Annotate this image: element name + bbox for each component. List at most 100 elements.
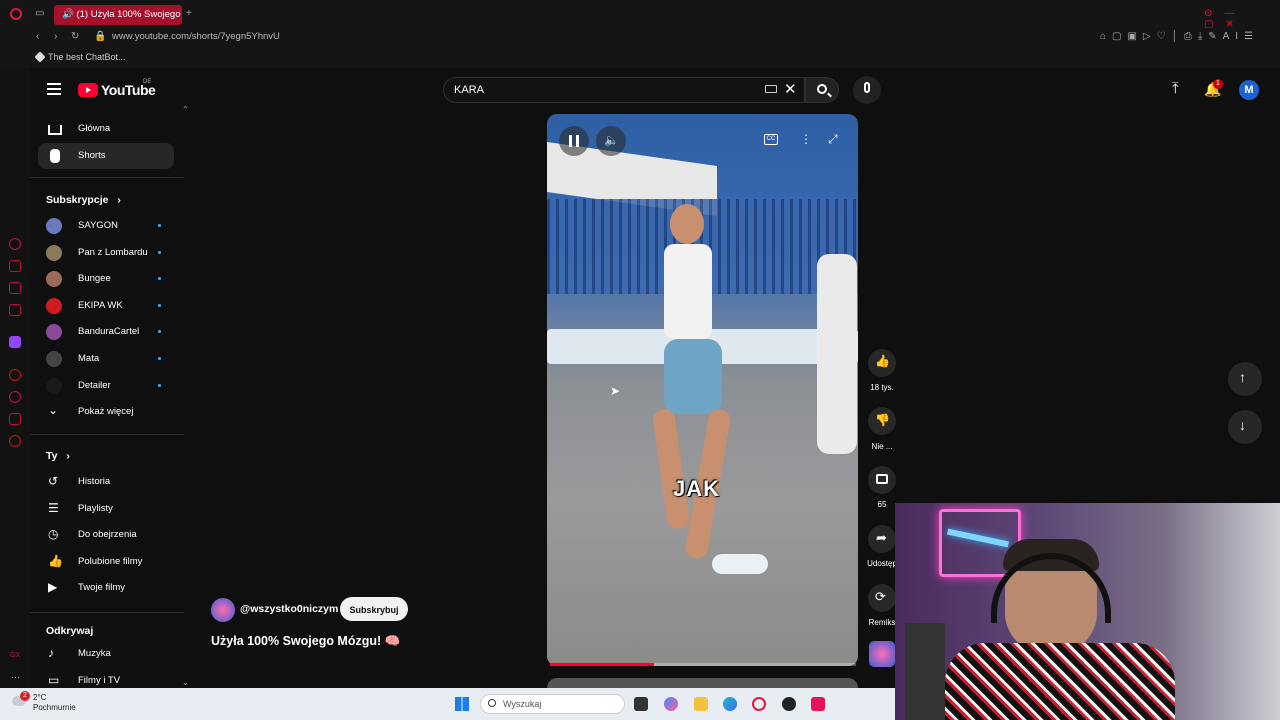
menu-icon[interactable] — [47, 83, 61, 95]
runner — [642, 204, 768, 584]
sidebar-item-subscription[interactable]: Bungee — [38, 266, 174, 292]
back-icon[interactable]: ‹ — [36, 31, 39, 42]
sidebar-item-music[interactable]: ♪ Muzyka — [38, 641, 174, 667]
sidebar-item-subscription[interactable]: BanduraCartel — [38, 319, 174, 345]
sidebar-collapse-icon[interactable]: ⌃ — [182, 105, 189, 114]
sidebar-item-label: Mata — [78, 353, 100, 364]
sidebar-item-label: Filmy i TV — [78, 674, 121, 686]
like-count: 18 tys. — [870, 383, 894, 392]
shorts-video-player[interactable] — [547, 114, 858, 666]
browser-toolbar-icons[interactable]: ⌂▢▣▷♡│⎙⤓✎AI☰ — [1100, 31, 1259, 42]
sidebar-item-subscription[interactable]: EKIPA WK — [38, 293, 174, 319]
history-side-icon[interactable] — [9, 391, 21, 403]
sidebar-item-clock[interactable]: ◷ Do obejrzenia — [38, 522, 174, 548]
sidebar-item-like[interactable]: 👍 Polubione filmy — [38, 549, 174, 575]
search-button[interactable] — [805, 77, 839, 103]
reload-icon[interactable]: ↻ — [71, 31, 79, 42]
sidebar-item-shorts[interactable]: Shorts — [38, 143, 174, 169]
channel-name[interactable]: @wszystko0niczym — [240, 603, 338, 615]
previous-short-button[interactable]: ↑ — [1228, 362, 1262, 396]
forward-icon[interactable]: › — [54, 31, 57, 42]
url-field[interactable]: www.youtube.com/shorts/7yegn5YhnvU — [112, 31, 280, 42]
history-icon: ↺ — [48, 474, 59, 488]
dislike-label: Nie ... — [871, 442, 893, 451]
task-view-icon[interactable] — [634, 697, 648, 711]
window-controls[interactable]: ⊙—▢✕ — [1204, 8, 1280, 30]
sidebar-item-subscription[interactable]: Mata — [38, 346, 174, 372]
gx-icon[interactable]: GX — [10, 652, 20, 659]
sidebar-item-label: Pan z Lombardu — [78, 246, 148, 258]
sidebar-item-label: Twoje filmy — [78, 582, 125, 594]
search-input[interactable] — [443, 77, 805, 103]
voice-search-button[interactable] — [853, 76, 881, 104]
sidebar-show-more[interactable]: ⌄ Pokaż więcej — [38, 399, 174, 425]
thumbs-up-icon: 👍 — [875, 354, 890, 368]
sidebar-item-label: SAYGON — [78, 220, 118, 231]
aria-icon[interactable] — [9, 238, 21, 250]
weather-widget[interactable]: 2°C Pochmurnie — [33, 693, 76, 713]
more-options-icon[interactable]: ⋮ — [800, 132, 812, 146]
account-avatar[interactable]: M — [1239, 80, 1259, 100]
bookmark-chatbot[interactable]: The best ChatBot... — [48, 52, 126, 62]
share-button[interactable]: ➦ — [868, 525, 896, 553]
file-explorer-icon[interactable] — [694, 697, 708, 711]
browser-tab-active[interactable]: 🔊 (1) Użyła 100% Swojego — [54, 5, 182, 25]
workspaces-icon[interactable]: ▭ — [35, 8, 44, 19]
sidebar-item-subscription[interactable]: SAYGON — [38, 213, 174, 239]
keyboard-icon[interactable] — [765, 85, 777, 93]
windows-start-icon[interactable] — [455, 697, 469, 711]
captions-icon[interactable]: CC — [764, 134, 778, 145]
shorts-icon — [50, 149, 60, 163]
clear-search-icon[interactable]: ✕ — [784, 80, 797, 98]
youtube-play-icon — [78, 83, 98, 97]
subscribe-button[interactable]: Subskrybuj — [340, 597, 408, 621]
player-icon[interactable] — [9, 369, 21, 381]
fullscreen-icon[interactable]: ⤢ — [828, 132, 838, 147]
weather-badge: 2 — [20, 691, 30, 701]
obs-icon[interactable] — [782, 697, 796, 711]
opera-logo-icon[interactable] — [10, 8, 22, 20]
remix-button[interactable]: ⟳ — [868, 584, 896, 612]
sidebar-item-subscription[interactable]: Detailer — [38, 373, 174, 399]
upload-icon[interactable]: ⤒ — [1172, 80, 1179, 97]
like-button[interactable]: 👍 — [868, 349, 896, 377]
new-content-dot — [158, 224, 161, 227]
tab-title: (1) Użyła 100% Swojego — [76, 9, 181, 20]
settings-side-icon[interactable] — [9, 435, 21, 447]
pause-button[interactable] — [559, 126, 589, 156]
sidebar-divider — [30, 434, 184, 435]
copilot-icon[interactable] — [664, 697, 678, 711]
channel-avatar[interactable] — [211, 598, 235, 622]
opera-gx-icon[interactable] — [752, 697, 766, 711]
twitch-icon[interactable] — [9, 336, 21, 348]
new-tab-button[interactable]: + — [186, 8, 192, 19]
sound-thumbnail[interactable] — [869, 641, 895, 667]
sidebar-item-home[interactable]: Główna — [38, 116, 174, 142]
tiktok-icon[interactable] — [811, 697, 825, 711]
you-heading[interactable]: Ty › — [46, 450, 70, 462]
sidebar-item-playlist[interactable]: ☰ Playlisty — [38, 496, 174, 522]
like-icon: 👍 — [48, 553, 63, 568]
messenger-icon[interactable] — [9, 282, 21, 294]
crypto-wallet-icon[interactable] — [9, 260, 21, 272]
more-side-icon[interactable]: ··· — [11, 672, 20, 682]
subscriptions-heading[interactable]: Subskrypcje › — [46, 194, 121, 206]
film-icon: ▭ — [48, 672, 60, 687]
sidebar-scroll-down-icon[interactable]: ⌄ — [182, 678, 189, 687]
volume-button[interactable]: 🔈 — [596, 126, 626, 156]
sidebar-item-label: Bungee — [78, 273, 111, 285]
sidebar-item-video[interactable]: ▶ Twoje filmy — [38, 575, 174, 601]
edge-icon[interactable] — [723, 697, 737, 711]
whatsapp-icon[interactable] — [9, 304, 21, 316]
sidebar-item-label: BanduraCartel — [78, 326, 140, 338]
taskbar-search-input[interactable] — [480, 694, 625, 714]
sidebar-item-history[interactable]: ↺ Historia — [38, 469, 174, 495]
comments-button[interactable] — [868, 466, 896, 494]
dislike-button[interactable]: 👎 — [868, 407, 896, 435]
next-short-button[interactable]: ↓ — [1228, 410, 1262, 444]
mouse-cursor: ➤ — [610, 384, 621, 398]
sidebar-item-subscription[interactable]: Pan z Lombardu — [38, 240, 174, 266]
explore-heading: Odkrywaj — [46, 625, 94, 637]
new-content-dot — [158, 383, 161, 387]
pinboards-icon[interactable] — [9, 413, 21, 425]
